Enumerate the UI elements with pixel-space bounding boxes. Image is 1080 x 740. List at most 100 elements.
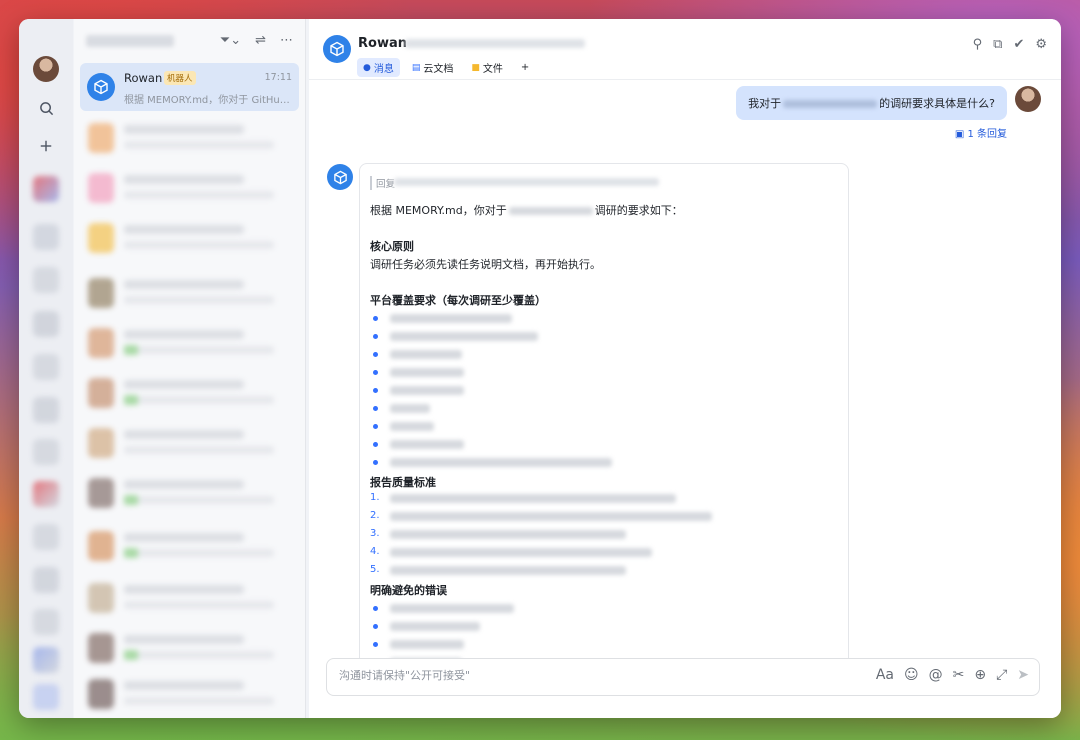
- redacted-line: [390, 512, 712, 521]
- redacted-text: [783, 100, 878, 108]
- reply-intro: 根据 MEMORY.md，你对于 调研的要求如下：: [370, 204, 683, 217]
- list-item[interactable]: [84, 374, 296, 414]
- nav-app-icon[interactable]: [33, 176, 59, 202]
- message-text: 的调研要求具体是什么?: [879, 97, 995, 110]
- chat-list-header: ⏷⌄ ⇌ ⋯: [74, 19, 305, 65]
- list-number: 5.: [370, 564, 380, 575]
- expand-icon[interactable]: ⤢: [996, 667, 1007, 683]
- add-tab-button[interactable]: +: [515, 58, 535, 77]
- chat-item-rowan[interactable]: Rowan 机器人 17:11 根据 MEMORY.md，你对于 GitHub …: [80, 63, 299, 111]
- more-icon[interactable]: ⋯: [280, 33, 293, 48]
- add-circle-icon[interactable]: ⊕: [974, 667, 986, 683]
- bot-tag: 机器人: [164, 71, 196, 85]
- filter-icon[interactable]: ⏷⌄: [220, 33, 241, 48]
- check-icon[interactable]: ✔: [1013, 37, 1024, 52]
- cube-icon: [330, 41, 344, 57]
- redacted-line: [390, 422, 434, 431]
- app-window: ⏷⌄ ⇌ ⋯ Rowan 机器人 17:11 根据 MEMORY.md，你对于 …: [19, 19, 1061, 718]
- bullet: [373, 424, 378, 429]
- bullet: [373, 442, 378, 447]
- nav-app-icon[interactable]: [33, 267, 59, 293]
- list-number: 1.: [370, 492, 380, 503]
- member-icon[interactable]: ⚲: [973, 37, 983, 52]
- gear-icon[interactable]: ⚙: [1035, 37, 1047, 52]
- bullet: [373, 406, 378, 411]
- redacted-line: [390, 604, 514, 613]
- send-icon[interactable]: ➤: [1017, 667, 1029, 683]
- section-title: 平台覆盖要求（每次调研至少覆盖）: [370, 294, 546, 307]
- section-text: 调研任务必须先读任务说明文档，再开始执行。: [370, 258, 601, 271]
- list-item[interactable]: [84, 324, 296, 364]
- bullet: [373, 370, 378, 375]
- list-item[interactable]: [84, 219, 296, 259]
- bullet: [373, 606, 378, 611]
- text-format-icon[interactable]: Aa: [876, 667, 894, 683]
- mention-icon[interactable]: @: [929, 667, 943, 683]
- list-item[interactable]: [84, 527, 296, 567]
- message-input[interactable]: [337, 668, 791, 683]
- nav-app-icon[interactable]: [33, 567, 59, 593]
- my-avatar[interactable]: [1015, 86, 1041, 112]
- list-item[interactable]: [84, 474, 296, 514]
- nav-app-icon[interactable]: [33, 311, 59, 337]
- section-title: 核心原则: [370, 240, 414, 253]
- tab-files[interactable]: ■ 文件: [465, 58, 509, 77]
- list-item[interactable]: [84, 579, 296, 619]
- redacted-line: [390, 332, 538, 341]
- quote-label: 回复: [370, 176, 395, 190]
- nav-app-icon[interactable]: [33, 224, 59, 250]
- plus-icon[interactable]: [34, 134, 58, 158]
- nav-app-icon[interactable]: [33, 354, 59, 380]
- redacted-line: [390, 622, 480, 631]
- nav-app-icon[interactable]: [33, 481, 59, 507]
- nav-app-icon[interactable]: [33, 609, 59, 635]
- share-screen-icon[interactable]: ⧉: [993, 37, 1002, 52]
- list-number: 4.: [370, 546, 380, 557]
- tab-cloud-docs[interactable]: ▤ 云文档: [406, 58, 460, 77]
- tab-label: 云文档: [423, 64, 454, 75]
- redacted-line: [390, 368, 464, 377]
- user-avatar[interactable]: [33, 56, 59, 82]
- nav-app-icon[interactable]: [33, 684, 59, 710]
- section-title: 报告质量标准: [370, 476, 436, 489]
- folder-icon: ■: [471, 62, 480, 73]
- settings-sliders-icon[interactable]: ⇌: [255, 33, 266, 48]
- bot-avatar[interactable]: [327, 164, 353, 190]
- list-item[interactable]: [84, 424, 296, 464]
- list-item[interactable]: [84, 274, 296, 314]
- doc-icon: ▤: [411, 62, 421, 73]
- list-number: 2.: [370, 510, 380, 521]
- nav-app-icon[interactable]: [33, 397, 59, 423]
- outgoing-message[interactable]: 我对于 的调研要求具体是什么?: [736, 86, 1007, 120]
- redacted-line: [390, 640, 464, 649]
- bot-avatar: [87, 73, 115, 101]
- scissors-icon[interactable]: ✂: [953, 667, 965, 683]
- list-item[interactable]: [84, 675, 296, 715]
- chat-item-name: Rowan: [124, 71, 163, 85]
- bullet: [373, 316, 378, 321]
- list-item[interactable]: [84, 119, 296, 159]
- list-number: 3.: [370, 528, 380, 539]
- section-title: 明确避免的错误: [370, 584, 447, 597]
- cube-icon: [333, 170, 347, 184]
- nav-app-icon[interactable]: [33, 524, 59, 550]
- search-icon[interactable]: [34, 96, 58, 120]
- bullet: [373, 624, 378, 629]
- chat-list: ⏷⌄ ⇌ ⋯ Rowan 机器人 17:11 根据 MEMORY.md，你对于 …: [74, 19, 306, 718]
- nav-app-icon[interactable]: [33, 439, 59, 465]
- redacted-line: [390, 548, 652, 557]
- list-item[interactable]: [84, 169, 296, 209]
- tab-messages[interactable]: ● 消息: [357, 58, 400, 77]
- message-text: 我对于: [748, 97, 782, 110]
- quote-redacted: [394, 178, 659, 186]
- reply-count-link[interactable]: ▣ 1 条回复: [955, 125, 1007, 140]
- nav-app-icon[interactable]: [33, 647, 59, 673]
- bot-avatar[interactable]: [323, 35, 351, 63]
- chat-item-time: 17:11: [264, 72, 292, 83]
- message-composer: Aa ☺ @ ✂ ⊕ ⤢ ➤: [326, 658, 1040, 696]
- chat-title: Rowan: [358, 36, 407, 51]
- emoji-icon[interactable]: ☺: [904, 667, 919, 683]
- reply-message-card[interactable]: 回复 根据 MEMORY.md，你对于 调研的要求如下： 核心原则 调研任务必须先…: [359, 163, 849, 685]
- list-item[interactable]: [84, 629, 296, 669]
- chat-subtitle-redacted: [405, 39, 585, 48]
